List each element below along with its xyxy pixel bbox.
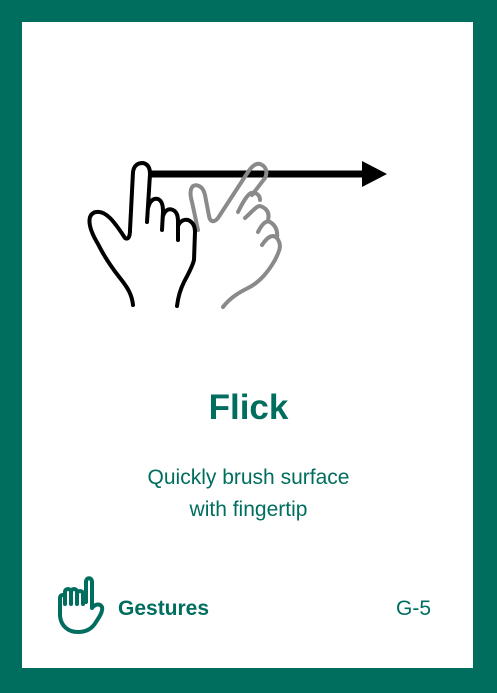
- pointing-hand-icon: [58, 576, 105, 634]
- gesture-card: [22, 22, 473, 668]
- card-title: Flick: [208, 388, 289, 427]
- ghost-hand-icon: [188, 161, 282, 309]
- description-line: Quickly brush surface: [147, 466, 350, 489]
- card-code: G-5: [396, 597, 432, 620]
- hand-icon: [87, 161, 197, 308]
- card-description: Quickly brush surface with fingertip: [0, 462, 497, 526]
- flick-hand-arrow-icon: [87, 161, 387, 309]
- category-label: Gestures: [118, 597, 210, 620]
- description-line: with fingertip: [189, 498, 308, 521]
